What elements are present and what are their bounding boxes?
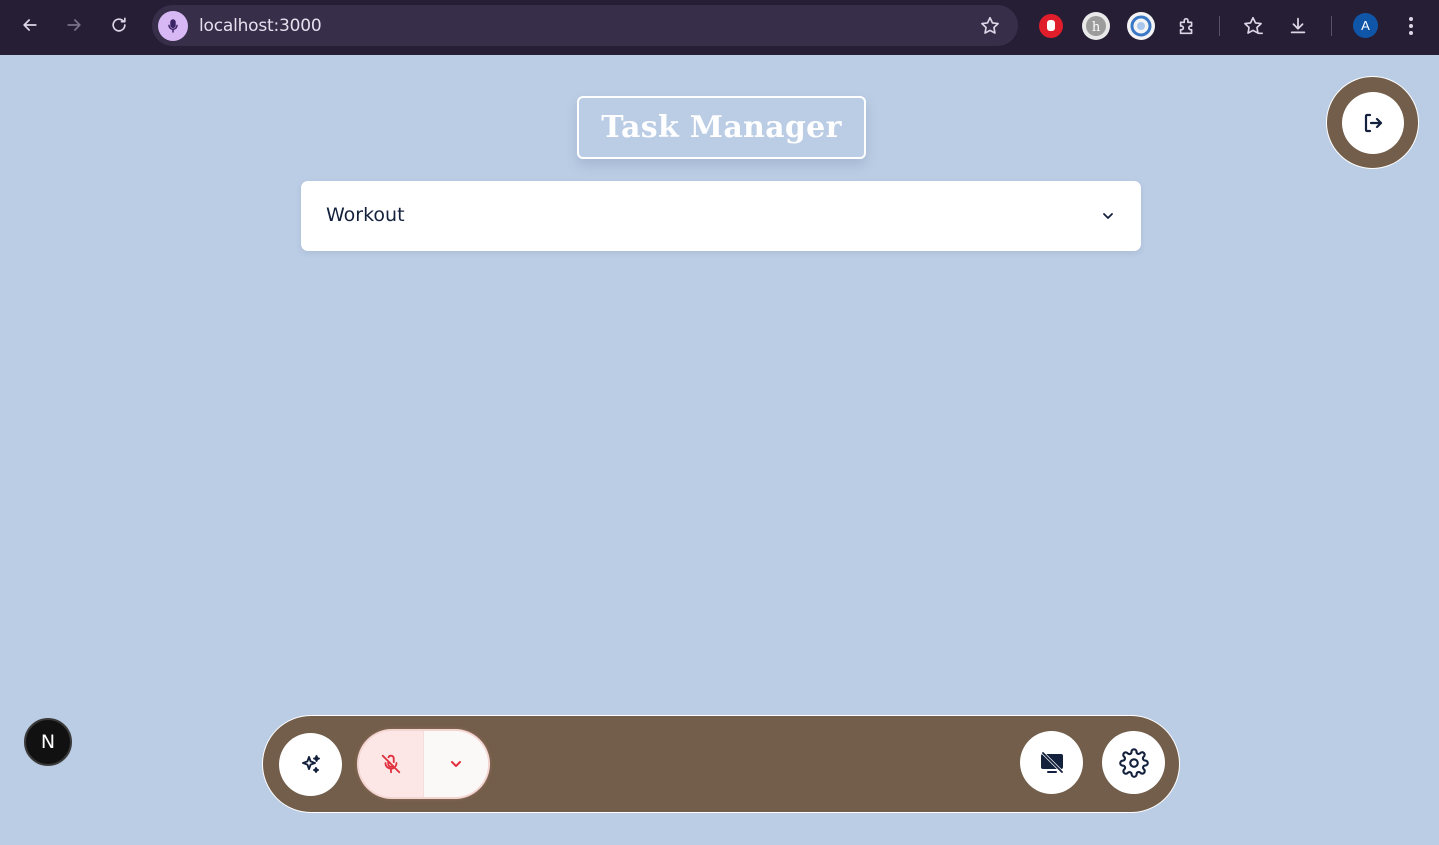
address-bar[interactable]: localhost:3000	[152, 5, 1018, 46]
logout-icon	[1364, 113, 1382, 132]
extension-hand[interactable]	[1036, 11, 1066, 41]
puzzle-icon	[1179, 17, 1193, 35]
toolbar-separator	[1219, 16, 1220, 36]
mic-indicator[interactable]	[158, 11, 188, 41]
browser-menu-button[interactable]	[1396, 11, 1426, 41]
screen-share-off-icon	[1040, 750, 1064, 774]
kebab-menu-icon	[1409, 17, 1413, 35]
page-title: Task Manager	[601, 110, 842, 145]
chevron-down-icon	[1103, 213, 1113, 219]
mic-toggle-button[interactable]	[359, 731, 423, 797]
gear-icon	[1118, 747, 1149, 778]
app-page: Task Manager Workout	[2, 55, 1439, 845]
microphone-control	[359, 731, 488, 797]
forward-button[interactable]	[58, 9, 90, 41]
task-list-select-value: Workout	[326, 204, 405, 226]
extension-hand-icon	[1039, 14, 1063, 38]
nextjs-dev-badge[interactable]: N	[24, 718, 72, 766]
reload-button[interactable]	[103, 9, 135, 41]
profile-avatar[interactable]: A	[1353, 13, 1378, 38]
extension-h[interactable]: h	[1081, 11, 1111, 41]
back-button[interactable]	[14, 9, 46, 41]
mic-off-icon	[381, 754, 401, 774]
page-title-box: Task Manager	[577, 96, 866, 159]
extensions-button[interactable]	[1172, 11, 1202, 41]
forward-icon	[67, 19, 81, 31]
url-text[interactable]: localhost:3000	[199, 16, 322, 36]
settings-button[interactable]	[1102, 731, 1165, 794]
logout-button[interactable]	[1341, 91, 1404, 154]
task-list-select[interactable]: Workout	[301, 181, 1141, 251]
ai-assist-button[interactable]	[279, 733, 342, 796]
browser-toolbar: localhost:3000 h A	[0, 0, 1439, 55]
chevron-down-icon	[451, 761, 461, 767]
svg-text:h: h	[1092, 20, 1101, 35]
logout-button-ring	[1326, 76, 1419, 169]
extension-circle[interactable]	[1126, 11, 1156, 41]
back-icon	[23, 19, 37, 31]
bookmarks-button[interactable]	[1238, 11, 1268, 41]
assistant-control-bar	[262, 715, 1180, 813]
bookmark-star-button[interactable]	[978, 14, 1002, 38]
extension-circle-icon	[1127, 12, 1155, 40]
mic-device-dropdown-button[interactable]	[424, 731, 488, 797]
screen-share-button[interactable]	[1020, 731, 1083, 794]
mic-icon	[168, 19, 178, 33]
toolbar-separator	[1331, 16, 1332, 36]
bookmarks-icon	[1244, 16, 1263, 35]
extension-h-icon: h	[1082, 12, 1110, 40]
downloads-button[interactable]	[1283, 11, 1313, 41]
download-icon	[1290, 17, 1306, 34]
bookmark-star-icon	[981, 16, 999, 34]
reload-icon	[112, 17, 126, 32]
sparkle-icon	[301, 754, 320, 773]
